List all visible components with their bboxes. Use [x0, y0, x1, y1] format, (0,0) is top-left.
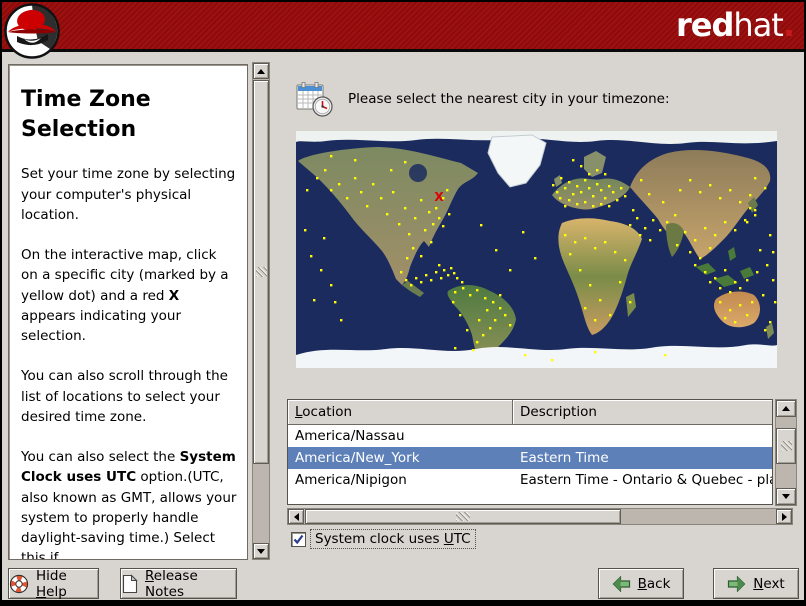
scrollbar-thumb[interactable]: [776, 428, 796, 464]
help-scrollbar[interactable]: [252, 62, 270, 560]
scroll-up-button[interactable]: [253, 63, 269, 79]
banner-divider: [2, 49, 804, 52]
hide-help-button[interactable]: Hide Help: [8, 567, 99, 600]
scroll-right-button[interactable]: [776, 509, 792, 524]
wordmark-hat: hat: [733, 6, 783, 44]
world-map-svg[interactable]: X: [296, 131, 777, 368]
page-title: Time Zone Selection: [21, 87, 151, 142]
document-icon: [121, 573, 138, 594]
arrow-right-icon: [727, 575, 746, 592]
back-label: Back: [637, 575, 671, 592]
triangle-left-icon: [293, 512, 299, 521]
column-header-location[interactable]: Location: [288, 400, 513, 425]
triangle-right-icon: [781, 512, 787, 521]
next-label: Next: [753, 575, 785, 592]
check-icon: [293, 534, 304, 544]
help-panel: Time Zone Selection Set your time zone b…: [8, 64, 248, 560]
scroll-left-button[interactable]: [288, 509, 304, 524]
cell-description[interactable]: Eastern Time - Ontario & Quebec - places…: [513, 469, 772, 491]
help-paragraph: You can also scroll through the list of …: [21, 368, 228, 425]
scroll-down-button[interactable]: [776, 488, 796, 505]
world-map[interactable]: X: [296, 131, 777, 368]
table-row[interactable]: America/Nassau: [288, 425, 772, 447]
back-button[interactable]: Back: [598, 568, 684, 599]
help-paragraphs: Set your time zone by selecting your com…: [21, 164, 237, 560]
selected-city-x-marker: X: [434, 190, 444, 204]
prompt-row: Please select the nearest city in your t…: [294, 80, 670, 118]
table-vertical-scrollbar[interactable]: [775, 399, 797, 506]
next-button[interactable]: Next: [713, 568, 799, 599]
table-header: Location Description: [288, 400, 772, 425]
help-paragraph: You can also select the System Clock use…: [21, 449, 237, 560]
triangle-up-icon: [782, 406, 790, 411]
wordmark-red: red: [676, 6, 734, 44]
column-header-description[interactable]: Description: [513, 400, 772, 425]
timezone-rows: America/Nassau America/New_York Eastern Ti…: [288, 425, 772, 491]
prompt-text: Please select the nearest city in your t…: [348, 91, 670, 107]
redhat-shadowman-icon: [4, 3, 60, 59]
table-row[interactable]: America/Nipigon Eastern Time - Ontario & …: [288, 469, 772, 491]
triangle-down-icon: [257, 548, 265, 554]
utc-checkbox-row: System clock uses UTC: [291, 529, 476, 549]
triangle-up-icon: [257, 68, 265, 74]
installer-body: redhat. Time Zone Selection Set your tim…: [2, 2, 804, 600]
arrow-left-icon: [612, 575, 631, 592]
timezone-table[interactable]: Location Description America/Nassau Ameri…: [287, 399, 773, 505]
scrollbar-thumb[interactable]: [305, 509, 621, 524]
redhat-wordmark: redhat.: [676, 6, 795, 44]
triangle-down-icon: [782, 494, 790, 499]
cell-description[interactable]: [513, 425, 772, 447]
utc-checkbox[interactable]: [291, 531, 306, 547]
table-row[interactable]: America/New_York Eastern Time: [288, 447, 772, 469]
installer-window: redhat. Time Zone Selection Set your tim…: [0, 0, 806, 606]
grip-icon: [780, 441, 792, 451]
hide-help-label: Hide Help: [36, 567, 67, 600]
help-paragraph: On the interactive map, click on a speci…: [21, 247, 229, 345]
table-horizontal-scrollbar[interactable]: [287, 508, 793, 525]
release-notes-button[interactable]: Release Notes: [120, 567, 237, 600]
grip-icon: [255, 267, 267, 277]
grip-icon: [456, 512, 470, 521]
cell-location[interactable]: America/New_York: [288, 447, 513, 469]
cell-location[interactable]: America/Nipigon: [288, 469, 513, 491]
life-preserver-icon: [9, 574, 29, 594]
calendar-clock-icon: [296, 82, 333, 117]
scroll-up-button[interactable]: [776, 400, 796, 417]
cell-description[interactable]: Eastern Time: [513, 447, 772, 469]
wordmark-dot: .: [782, 6, 795, 44]
utc-checkbox-label[interactable]: System clock uses UTC: [310, 529, 476, 549]
release-notes-label: Release Notes: [145, 567, 198, 600]
cell-location[interactable]: America/Nassau: [288, 425, 513, 447]
help-paragraph: Set your time zone by selecting your com…: [21, 166, 236, 223]
scroll-down-button[interactable]: [253, 543, 269, 559]
scrollbar-thumb[interactable]: [253, 80, 269, 464]
